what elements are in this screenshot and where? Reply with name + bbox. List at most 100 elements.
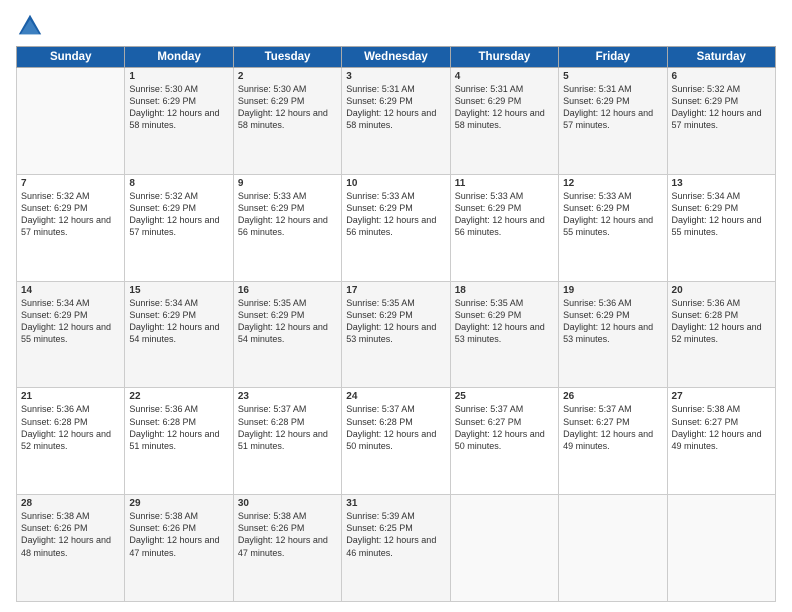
day-number: 11 [455, 178, 554, 189]
day-number: 22 [129, 391, 228, 402]
day-number: 24 [346, 391, 445, 402]
day-info: Sunrise: 5:37 AMSunset: 6:28 PMDaylight:… [238, 403, 337, 452]
day-number: 5 [563, 71, 662, 82]
calendar-week-5: 28Sunrise: 5:38 AMSunset: 6:26 PMDayligh… [17, 495, 776, 602]
calendar-cell: 19Sunrise: 5:36 AMSunset: 6:29 PMDayligh… [559, 281, 667, 388]
day-info: Sunrise: 5:36 AMSunset: 6:28 PMDaylight:… [21, 403, 120, 452]
day-info: Sunrise: 5:37 AMSunset: 6:27 PMDaylight:… [455, 403, 554, 452]
day-info: Sunrise: 5:36 AMSunset: 6:29 PMDaylight:… [563, 297, 662, 346]
calendar-cell: 23Sunrise: 5:37 AMSunset: 6:28 PMDayligh… [233, 388, 341, 495]
day-info: Sunrise: 5:37 AMSunset: 6:28 PMDaylight:… [346, 403, 445, 452]
calendar-week-3: 14Sunrise: 5:34 AMSunset: 6:29 PMDayligh… [17, 281, 776, 388]
day-number: 18 [455, 285, 554, 296]
calendar-cell: 15Sunrise: 5:34 AMSunset: 6:29 PMDayligh… [125, 281, 233, 388]
calendar-week-4: 21Sunrise: 5:36 AMSunset: 6:28 PMDayligh… [17, 388, 776, 495]
calendar-header-saturday: Saturday [667, 47, 775, 68]
calendar-cell [450, 495, 558, 602]
day-info: Sunrise: 5:33 AMSunset: 6:29 PMDaylight:… [455, 190, 554, 239]
calendar-cell: 18Sunrise: 5:35 AMSunset: 6:29 PMDayligh… [450, 281, 558, 388]
calendar-cell: 9Sunrise: 5:33 AMSunset: 6:29 PMDaylight… [233, 174, 341, 281]
day-number: 12 [563, 178, 662, 189]
calendar-cell: 31Sunrise: 5:39 AMSunset: 6:25 PMDayligh… [342, 495, 450, 602]
calendar-cell: 1Sunrise: 5:30 AMSunset: 6:29 PMDaylight… [125, 68, 233, 175]
day-info: Sunrise: 5:31 AMSunset: 6:29 PMDaylight:… [346, 83, 445, 132]
header [16, 12, 776, 40]
calendar-header-monday: Monday [125, 47, 233, 68]
day-number: 16 [238, 285, 337, 296]
calendar-cell [559, 495, 667, 602]
day-number: 13 [672, 178, 771, 189]
day-number: 2 [238, 71, 337, 82]
calendar-header-sunday: Sunday [17, 47, 125, 68]
day-info: Sunrise: 5:30 AMSunset: 6:29 PMDaylight:… [238, 83, 337, 132]
calendar-cell: 7Sunrise: 5:32 AMSunset: 6:29 PMDaylight… [17, 174, 125, 281]
day-number: 23 [238, 391, 337, 402]
calendar-cell: 17Sunrise: 5:35 AMSunset: 6:29 PMDayligh… [342, 281, 450, 388]
day-info: Sunrise: 5:34 AMSunset: 6:29 PMDaylight:… [21, 297, 120, 346]
day-info: Sunrise: 5:38 AMSunset: 6:26 PMDaylight:… [129, 510, 228, 559]
calendar-cell: 10Sunrise: 5:33 AMSunset: 6:29 PMDayligh… [342, 174, 450, 281]
day-number: 7 [21, 178, 120, 189]
calendar-cell: 12Sunrise: 5:33 AMSunset: 6:29 PMDayligh… [559, 174, 667, 281]
calendar-cell: 6Sunrise: 5:32 AMSunset: 6:29 PMDaylight… [667, 68, 775, 175]
day-info: Sunrise: 5:35 AMSunset: 6:29 PMDaylight:… [238, 297, 337, 346]
calendar-cell: 27Sunrise: 5:38 AMSunset: 6:27 PMDayligh… [667, 388, 775, 495]
day-info: Sunrise: 5:33 AMSunset: 6:29 PMDaylight:… [563, 190, 662, 239]
day-number: 14 [21, 285, 120, 296]
calendar-cell: 20Sunrise: 5:36 AMSunset: 6:28 PMDayligh… [667, 281, 775, 388]
day-info: Sunrise: 5:38 AMSunset: 6:26 PMDaylight:… [238, 510, 337, 559]
calendar-cell: 3Sunrise: 5:31 AMSunset: 6:29 PMDaylight… [342, 68, 450, 175]
day-number: 31 [346, 498, 445, 509]
calendar-cell: 30Sunrise: 5:38 AMSunset: 6:26 PMDayligh… [233, 495, 341, 602]
day-info: Sunrise: 5:36 AMSunset: 6:28 PMDaylight:… [129, 403, 228, 452]
logo [16, 12, 48, 40]
calendar-cell: 21Sunrise: 5:36 AMSunset: 6:28 PMDayligh… [17, 388, 125, 495]
day-info: Sunrise: 5:35 AMSunset: 6:29 PMDaylight:… [455, 297, 554, 346]
calendar-cell: 26Sunrise: 5:37 AMSunset: 6:27 PMDayligh… [559, 388, 667, 495]
day-number: 27 [672, 391, 771, 402]
day-info: Sunrise: 5:32 AMSunset: 6:29 PMDaylight:… [21, 190, 120, 239]
calendar-cell: 22Sunrise: 5:36 AMSunset: 6:28 PMDayligh… [125, 388, 233, 495]
calendar-cell: 5Sunrise: 5:31 AMSunset: 6:29 PMDaylight… [559, 68, 667, 175]
calendar-cell: 11Sunrise: 5:33 AMSunset: 6:29 PMDayligh… [450, 174, 558, 281]
calendar-cell: 25Sunrise: 5:37 AMSunset: 6:27 PMDayligh… [450, 388, 558, 495]
day-number: 4 [455, 71, 554, 82]
day-info: Sunrise: 5:33 AMSunset: 6:29 PMDaylight:… [238, 190, 337, 239]
day-number: 10 [346, 178, 445, 189]
day-info: Sunrise: 5:32 AMSunset: 6:29 PMDaylight:… [672, 83, 771, 132]
day-number: 30 [238, 498, 337, 509]
calendar-header-friday: Friday [559, 47, 667, 68]
calendar-cell [17, 68, 125, 175]
calendar-cell: 29Sunrise: 5:38 AMSunset: 6:26 PMDayligh… [125, 495, 233, 602]
day-number: 25 [455, 391, 554, 402]
calendar-cell: 8Sunrise: 5:32 AMSunset: 6:29 PMDaylight… [125, 174, 233, 281]
day-info: Sunrise: 5:38 AMSunset: 6:26 PMDaylight:… [21, 510, 120, 559]
day-info: Sunrise: 5:34 AMSunset: 6:29 PMDaylight:… [672, 190, 771, 239]
day-number: 9 [238, 178, 337, 189]
day-number: 28 [21, 498, 120, 509]
day-number: 19 [563, 285, 662, 296]
day-info: Sunrise: 5:30 AMSunset: 6:29 PMDaylight:… [129, 83, 228, 132]
day-number: 20 [672, 285, 771, 296]
calendar-header-thursday: Thursday [450, 47, 558, 68]
day-info: Sunrise: 5:37 AMSunset: 6:27 PMDaylight:… [563, 403, 662, 452]
day-number: 1 [129, 71, 228, 82]
day-info: Sunrise: 5:34 AMSunset: 6:29 PMDaylight:… [129, 297, 228, 346]
calendar-cell: 24Sunrise: 5:37 AMSunset: 6:28 PMDayligh… [342, 388, 450, 495]
day-number: 29 [129, 498, 228, 509]
calendar-cell: 14Sunrise: 5:34 AMSunset: 6:29 PMDayligh… [17, 281, 125, 388]
calendar-header-tuesday: Tuesday [233, 47, 341, 68]
calendar-header-row: SundayMondayTuesdayWednesdayThursdayFrid… [17, 47, 776, 68]
day-info: Sunrise: 5:33 AMSunset: 6:29 PMDaylight:… [346, 190, 445, 239]
calendar-cell: 28Sunrise: 5:38 AMSunset: 6:26 PMDayligh… [17, 495, 125, 602]
day-number: 6 [672, 71, 771, 82]
day-info: Sunrise: 5:32 AMSunset: 6:29 PMDaylight:… [129, 190, 228, 239]
day-info: Sunrise: 5:35 AMSunset: 6:29 PMDaylight:… [346, 297, 445, 346]
calendar-week-1: 1Sunrise: 5:30 AMSunset: 6:29 PMDaylight… [17, 68, 776, 175]
calendar-header-wednesday: Wednesday [342, 47, 450, 68]
calendar-cell: 16Sunrise: 5:35 AMSunset: 6:29 PMDayligh… [233, 281, 341, 388]
day-info: Sunrise: 5:38 AMSunset: 6:27 PMDaylight:… [672, 403, 771, 452]
day-info: Sunrise: 5:31 AMSunset: 6:29 PMDaylight:… [455, 83, 554, 132]
day-number: 3 [346, 71, 445, 82]
calendar-cell: 4Sunrise: 5:31 AMSunset: 6:29 PMDaylight… [450, 68, 558, 175]
